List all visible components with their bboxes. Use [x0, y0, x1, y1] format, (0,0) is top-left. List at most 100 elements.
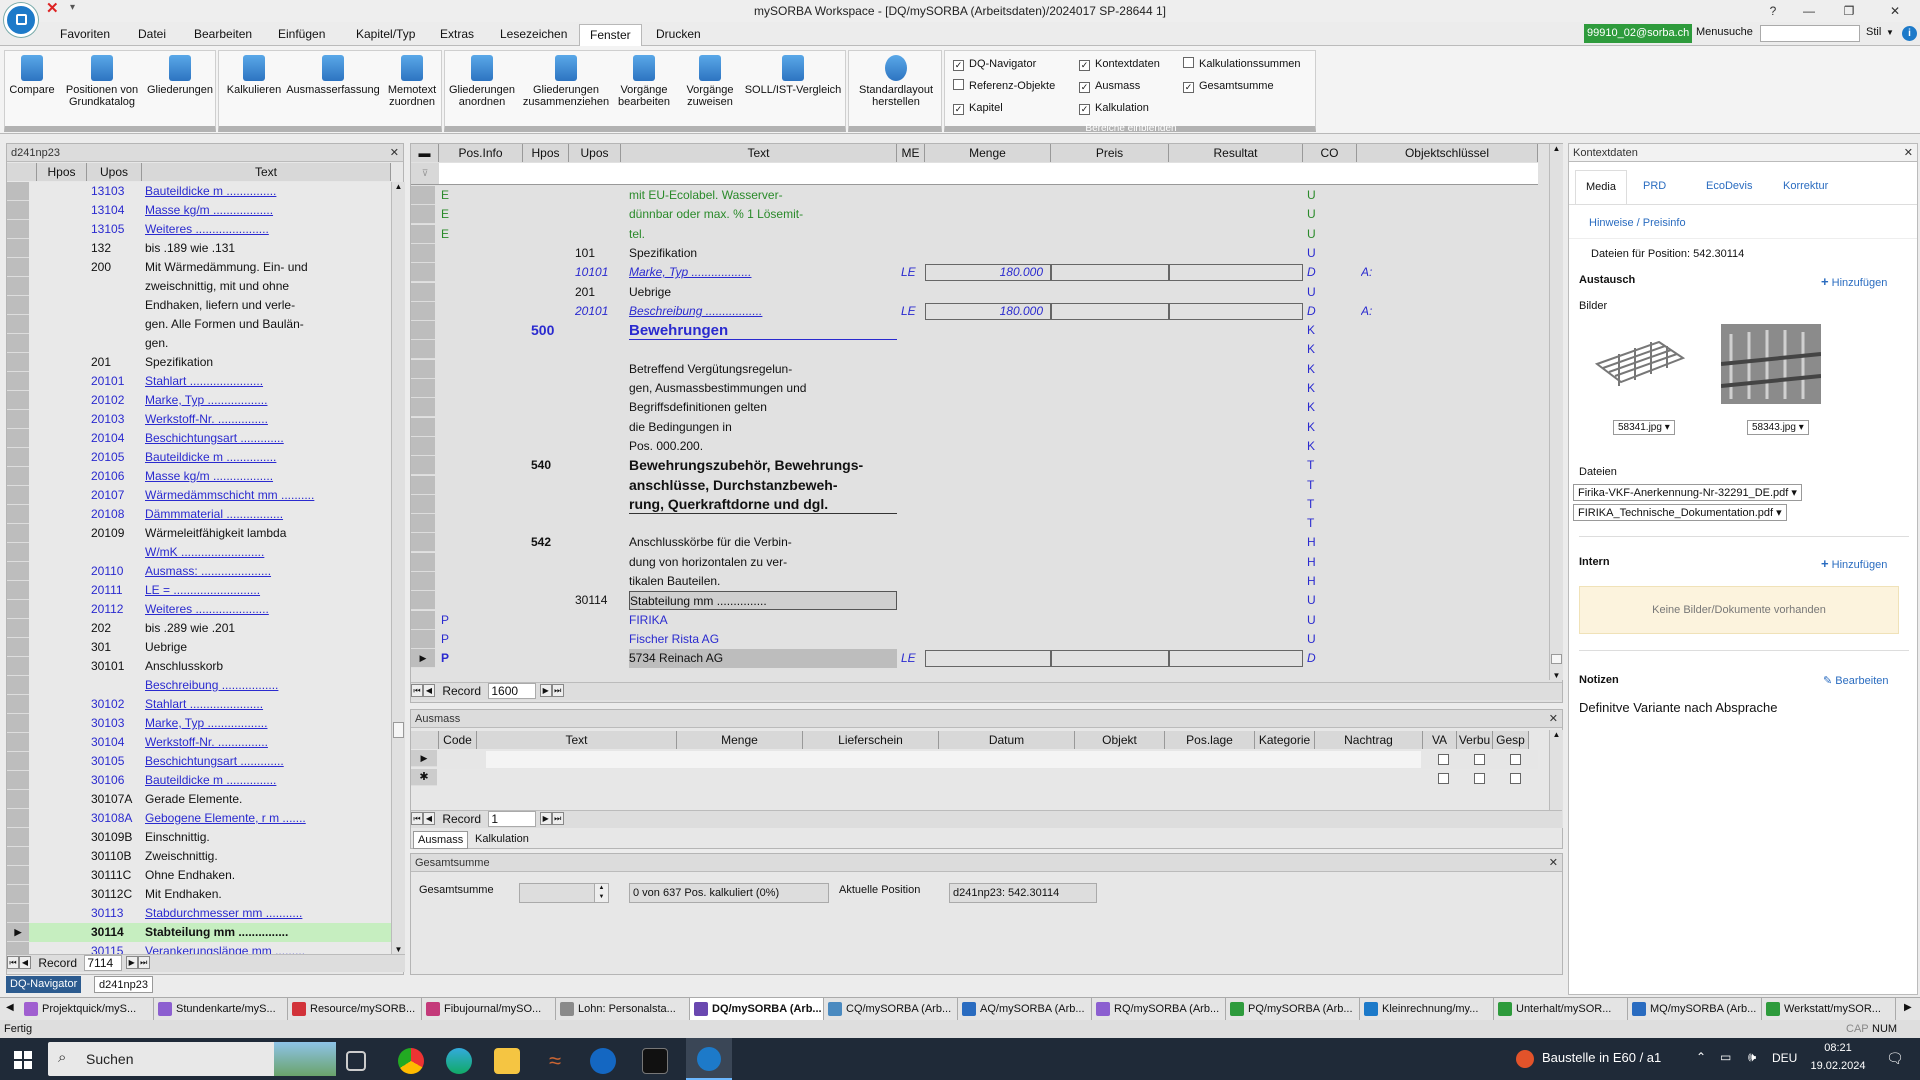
header-nachtrag[interactable]: Nachtrag [1315, 731, 1423, 749]
list-item[interactable]: Endhaken, liefern und verle- [7, 296, 391, 315]
row-selector[interactable] [7, 828, 29, 847]
notification-text[interactable]: Baustelle in E60 / a1 [1542, 1050, 1661, 1065]
list-item[interactable]: Beschreibung ................. [7, 676, 391, 695]
windows-start-icon[interactable] [14, 1051, 32, 1069]
row-selector[interactable] [7, 220, 29, 239]
menu-favoriten[interactable]: Favoriten [50, 22, 120, 46]
row-selector[interactable] [411, 244, 435, 263]
list-item[interactable]: gen. Alle Formen und Baulän- [7, 315, 391, 334]
row-selector[interactable] [411, 225, 435, 244]
check-kalkulation[interactable]: ✓ Kalkulation [1079, 101, 1149, 117]
menusuche-input[interactable] [1760, 25, 1860, 42]
row-selector[interactable] [7, 847, 29, 866]
row-selector[interactable] [411, 398, 435, 417]
row-selector[interactable] [411, 321, 435, 340]
close-icon[interactable]: ✕ [1549, 856, 1558, 869]
row-selector[interactable] [7, 657, 29, 676]
next-record-icon[interactable]: ▶ [539, 812, 552, 826]
value-cell-frame[interactable] [1169, 650, 1303, 667]
header-hpos[interactable]: Hpos [37, 163, 87, 181]
list-item[interactable]: 30108A Gebogene Elemente, r m ....... [7, 809, 391, 828]
vorgaenge-bearbeiten-button[interactable]: Vorgänge bearbeiten [615, 55, 673, 108]
row-selector[interactable] [7, 904, 29, 923]
table-row[interactable]: T [411, 514, 1538, 533]
first-record-icon[interactable]: ⏮ [411, 684, 423, 698]
row-selector[interactable] [7, 505, 29, 524]
table-row[interactable]: anschlüsse, Durchstanzbeweh- T [411, 476, 1538, 495]
taskbar-mysorba-active[interactable] [686, 1038, 732, 1080]
row-selector[interactable] [411, 514, 435, 533]
ausmasserfassung-button[interactable]: Ausmasserfassung [285, 55, 381, 96]
list-item[interactable]: 20108 Dämmmaterial ................. [7, 505, 391, 524]
grid-collapse-icon[interactable]: ▬ [411, 144, 439, 162]
list-item[interactable]: 30113 Stabdurchmesser mm ........... [7, 904, 391, 923]
tab-scroll-right-icon[interactable]: ▶ [1904, 1002, 1912, 1013]
table-row[interactable]: 101 Spezifikation U [411, 244, 1538, 263]
list-item[interactable]: 30106 Bauteildicke m ............... [7, 771, 391, 790]
menu-lesezeichen[interactable]: Lesezeichen [490, 22, 577, 46]
tray-chevron-icon[interactable]: ⌃ [1696, 1050, 1706, 1064]
window-tab[interactable]: RQ/mySORBA (Arb... [1092, 998, 1226, 1020]
window-tab[interactable]: Werkstatt/mySOR... [1762, 998, 1896, 1020]
value-cell-frame[interactable] [1169, 303, 1303, 320]
row-selector[interactable] [411, 437, 435, 456]
row-selector[interactable] [411, 263, 435, 282]
row-selector[interactable] [7, 410, 29, 429]
tab-d241np23[interactable]: d241np23 [94, 976, 153, 993]
menu-fenster[interactable]: Fenster [579, 24, 642, 46]
row-selector[interactable] [7, 315, 29, 334]
row-selector[interactable] [411, 340, 435, 359]
memotext-button[interactable]: Memotext zuordnen [383, 55, 441, 108]
filter-icon[interactable]: ⊽ [411, 163, 439, 184]
list-item[interactable]: 30102 Stahlart ...................... [7, 695, 391, 714]
header-resultat[interactable]: Resultat [1169, 144, 1303, 162]
network-icon[interactable]: ▭ [1720, 1050, 1731, 1064]
row-selector[interactable] [411, 553, 435, 572]
edge-icon[interactable] [446, 1048, 472, 1074]
row-selector[interactable] [7, 353, 29, 372]
row-selector[interactable] [411, 379, 435, 398]
grid-scrollbar[interactable]: ▲ ▼ [1549, 144, 1563, 680]
header-gesp[interactable]: Gesp [1493, 731, 1529, 749]
file-dropdown-1[interactable]: Firika-VKF-Anerkennung-Nr-32291_DE.pdf ▾ [1573, 484, 1802, 501]
first-record-icon[interactable]: ⏮ [7, 956, 19, 970]
row-selector[interactable] [7, 581, 29, 600]
verbu-checkbox[interactable] [1474, 754, 1485, 765]
header-datum[interactable]: Datum [939, 731, 1075, 749]
last-record-icon[interactable]: ⏭ [551, 812, 564, 826]
row-selector[interactable] [7, 562, 29, 581]
menu-einfuegen[interactable]: Einfügen [268, 22, 335, 46]
header-code[interactable]: Code [439, 731, 477, 749]
window-tab[interactable]: Resource/mySORB... [288, 998, 422, 1020]
table-row[interactable]: Betreffend Vergütungsregelun- K [411, 360, 1538, 379]
va-checkbox[interactable] [1438, 754, 1449, 765]
row-selector[interactable] [7, 676, 29, 695]
volume-icon[interactable]: 🕪 [1748, 1049, 1756, 1065]
check-ausmass[interactable]: ✓ Ausmass [1079, 79, 1140, 95]
prev-record-icon[interactable]: ◀ [19, 956, 31, 970]
last-record-icon[interactable]: ⏭ [551, 684, 564, 698]
image-dropdown-58343[interactable]: 58343.jpg ▾ [1747, 420, 1809, 435]
ausmass-new-row[interactable]: ✱ [411, 769, 1538, 788]
grid-filter-row[interactable]: ⊽ [411, 163, 1538, 185]
table-row[interactable]: Begriffsdefinitionen gelten K [411, 398, 1538, 417]
check-gesamtsumme[interactable]: ✓ Gesamtsumme [1183, 79, 1274, 95]
header-poslage[interactable]: Pos.lage [1165, 731, 1255, 749]
terminal-icon[interactable] [642, 1048, 668, 1074]
header-objekt[interactable]: Objekt [1075, 731, 1165, 749]
compare-button[interactable]: Compare [7, 55, 57, 96]
prev-record-icon[interactable]: ◀ [423, 812, 435, 826]
table-row[interactable]: tikalen Bauteilen. H [411, 572, 1538, 591]
task-view-icon[interactable] [346, 1051, 366, 1071]
header-preis[interactable]: Preis [1051, 144, 1169, 162]
row-selector[interactable] [411, 533, 435, 552]
list-item[interactable]: 20105 Bauteildicke m ............... [7, 448, 391, 467]
header-kategorie[interactable]: Kategorie [1255, 731, 1315, 749]
standardlayout-button[interactable]: Standardlayout herstellen [851, 55, 941, 108]
next-record-icon[interactable]: ▶ [125, 956, 138, 970]
image-thumbnail-58343[interactable] [1720, 324, 1822, 404]
window-tab[interactable]: Kleinrechnung/my... [1360, 998, 1494, 1020]
table-row[interactable]: 30114 Stabteilung mm ............... U [411, 591, 1538, 610]
row-selector[interactable] [7, 258, 29, 277]
row-selector[interactable] [7, 182, 29, 201]
